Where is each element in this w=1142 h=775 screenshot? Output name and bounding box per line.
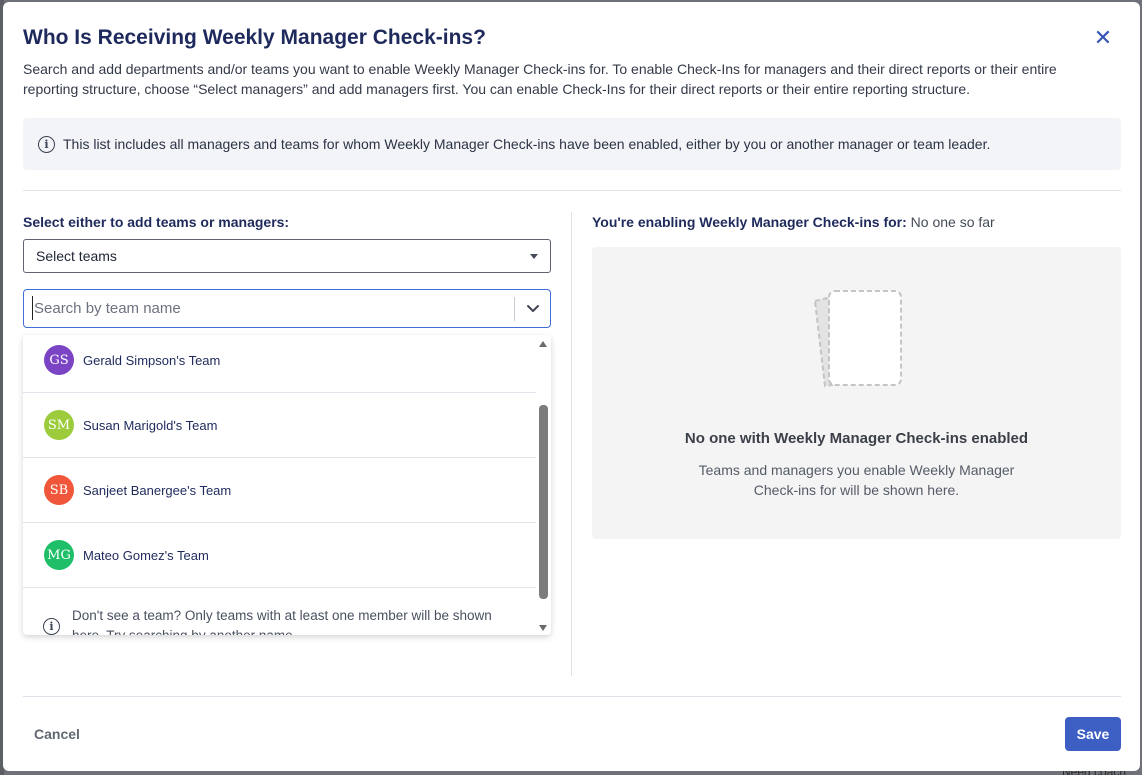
scroll-down-icon[interactable] [539,625,547,631]
empty-state-title: No one with Weekly Manager Check-ins ena… [684,430,1029,447]
close-button[interactable]: ✕ [1092,26,1114,50]
checkins-modal: Who Is Receiving Weekly Manager Check-in… [3,2,1140,771]
empty-cards-icon [813,290,902,387]
info-icon: i [38,135,55,153]
search-separator [514,297,515,321]
empty-state-panel: No one with Weekly Manager Check-ins ena… [592,247,1121,539]
avatar: GS [44,345,74,375]
enabled-for-label: You're enabling Weekly Manager Check-ins… [592,214,995,230]
enabled-for-value: No one so far [910,214,995,230]
column-divider [571,212,572,676]
modal-title: Who Is Receiving Weekly Manager Check-in… [23,26,486,49]
team-name: Mateo Gomez's Team [83,547,209,563]
team-name: Susan Marigold's Team [83,417,218,433]
divider [23,190,1121,191]
avatar: SB [44,475,74,505]
info-icon: i [43,618,60,635]
list-item-team[interactable]: SM Susan Marigold's Team [23,393,536,458]
avatar: SM [44,410,74,440]
select-value: Select teams [36,248,117,264]
cancel-button[interactable]: Cancel [34,726,80,742]
caret-down-icon [530,254,538,259]
list-item-team[interactable]: SB Sanjeet Banergee's Team [23,458,536,523]
avatar: MG [44,540,74,570]
team-search-field[interactable] [23,289,551,328]
team-name: Gerald Simpson's Team [83,352,221,368]
team-name: Sanjeet Banergee's Team [83,482,232,498]
enabled-for-heading: You're enabling Weekly Manager Check-ins… [592,214,907,230]
modal-description: Search and add departments and/or teams … [23,61,1057,97]
team-dropdown-list: GS Gerald Simpson's Team SM Susan Marigo… [23,335,551,635]
hint-text: Don't see a team? Only teams with at lea… [72,608,492,635]
search-input[interactable] [32,296,502,320]
save-button[interactable]: Save [1065,717,1121,751]
scroll-thumb[interactable] [539,405,548,599]
footer-divider [23,696,1121,697]
list-scrollbar[interactable] [536,335,551,635]
select-type-label: Select either to add teams or managers: [23,214,290,230]
info-banner-text: This list includes all managers and team… [63,136,991,152]
scroll-up-icon[interactable] [539,341,547,347]
list-item-team[interactable]: MG Mateo Gomez's Team [23,523,536,588]
close-icon: ✕ [1093,25,1113,50]
empty-state-subtitle: Teams and managers you enable Weekly Man… [698,462,1015,498]
info-banner: i This list includes all managers and te… [23,118,1121,170]
list-hint: i Don't see a team? Only teams with at l… [23,589,536,635]
select-type-dropdown[interactable]: Select teams [23,239,551,273]
chevron-down-icon[interactable] [523,298,543,318]
list-item-team[interactable]: GS Gerald Simpson's Team [23,335,536,393]
